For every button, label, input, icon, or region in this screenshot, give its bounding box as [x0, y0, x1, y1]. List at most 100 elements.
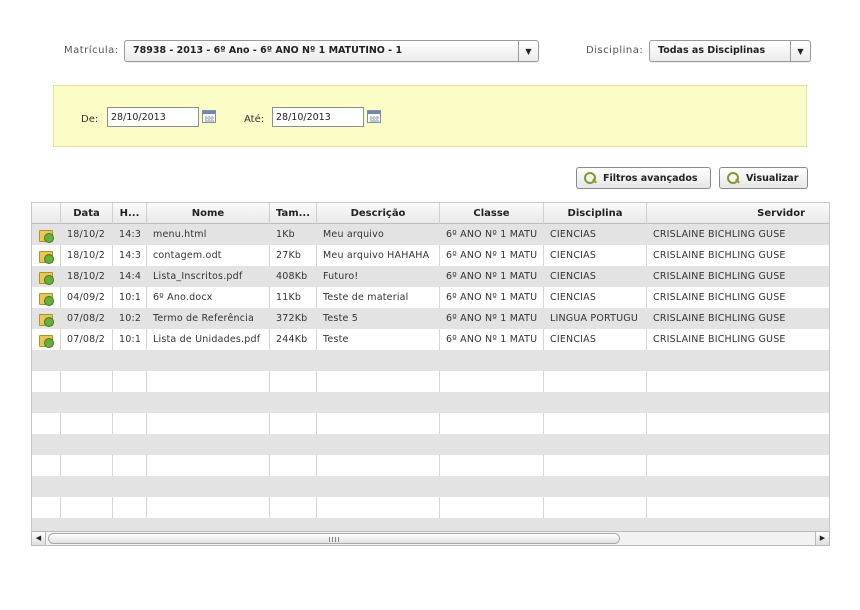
- empty-table-row: [32, 350, 829, 371]
- cell-tamanho: 1Kb: [276, 229, 295, 240]
- table-row[interactable]: 18/10/2 14:3 contagem.odt 27Kb Meu arquivo H…: [32, 245, 829, 266]
- view-button[interactable]: Visualizar: [719, 167, 808, 189]
- cell-disciplina: CIENCIAS: [550, 229, 597, 240]
- date-from-input[interactable]: [107, 107, 199, 127]
- date-to-label: Até:: [244, 114, 265, 125]
- empty-table-row: [32, 497, 829, 518]
- cell-classe: 6º ANO Nº 1 MATU: [446, 271, 538, 282]
- column-header-nome[interactable]: Nome: [147, 203, 270, 224]
- cell-hora: 10:2: [119, 313, 142, 324]
- chevron-down-icon[interactable]: ▼: [790, 41, 810, 61]
- cell-tamanho: 27Kb: [276, 250, 302, 261]
- column-header-icon: [32, 203, 61, 224]
- cell-servidor: CRISLAINE BICHLING GUSE: [653, 271, 786, 282]
- cell-data: 04/09/2: [67, 292, 106, 303]
- empty-table-row: [32, 476, 829, 497]
- cell-disciplina: LINGUA PORTUGU: [550, 313, 639, 324]
- cell-classe: 6º ANO Nº 1 MATU: [446, 229, 538, 240]
- empty-table-row: [32, 392, 829, 413]
- advanced-filters-label: Filtros avançados: [603, 172, 698, 184]
- empty-table-row: [32, 455, 829, 476]
- cell-classe: 6º ANO Nº 1 MATU: [446, 313, 538, 324]
- date-to-input[interactable]: [272, 107, 364, 127]
- horizontal-scrollbar[interactable]: ◀ ▶: [31, 531, 830, 546]
- cell-hora: 14:4: [119, 271, 142, 282]
- cell-data: 07/08/2: [67, 334, 106, 345]
- cell-hora: 10:1: [119, 334, 142, 345]
- cell-data: 07/08/2: [67, 313, 106, 324]
- empty-table-row: [32, 434, 829, 455]
- download-file-icon[interactable]: [39, 270, 54, 285]
- grip-icon: [329, 537, 339, 542]
- cell-disciplina: CIENCIAS: [550, 292, 597, 303]
- cell-nome: menu.html: [153, 229, 207, 240]
- calendar-icon[interactable]: [367, 110, 381, 123]
- table-row[interactable]: 07/08/2 10:1 Lista de Unidades.pdf 244Kb Tes…: [32, 329, 829, 350]
- cell-disciplina: CIENCIAS: [550, 271, 597, 282]
- chevron-down-icon[interactable]: ▼: [518, 41, 538, 61]
- advanced-filters-button[interactable]: Filtros avançados: [576, 167, 711, 189]
- disciplina-value: Todas as Disciplinas: [658, 45, 766, 56]
- scrollbar-thumb[interactable]: [48, 533, 620, 544]
- scroll-left-icon[interactable]: ◀: [32, 532, 46, 545]
- cell-disciplina: CIENCIAS: [550, 334, 597, 345]
- magnifier-icon: [726, 171, 740, 185]
- empty-table-row: [32, 413, 829, 434]
- cell-nome: 6º Ano.docx: [153, 292, 213, 303]
- cell-classe: 6º ANO Nº 1 MATU: [446, 292, 538, 303]
- empty-table-row: [32, 518, 829, 531]
- disciplina-label: Disciplina:: [586, 45, 644, 56]
- cell-descricao: Teste de material: [323, 292, 409, 303]
- download-file-icon[interactable]: [39, 291, 54, 306]
- cell-servidor: CRISLAINE BICHLING GUSE: [653, 313, 786, 324]
- cell-tamanho: 11Kb: [276, 292, 302, 303]
- download-file-icon[interactable]: [39, 333, 54, 348]
- column-header-data[interactable]: Data: [61, 203, 113, 224]
- date-from-label: De:: [81, 114, 99, 125]
- cell-data: 18/10/2: [67, 229, 106, 240]
- cell-hora: 10:1: [119, 292, 142, 303]
- table-row[interactable]: 07/08/2 10:2 Termo de Referência 372Kb Teste…: [32, 308, 829, 329]
- download-file-icon[interactable]: [39, 249, 54, 264]
- cell-descricao: Meu arquivo HAHAHA: [323, 250, 430, 261]
- download-file-icon[interactable]: [39, 312, 54, 327]
- cell-hora: 14:3: [119, 250, 142, 261]
- table-row[interactable]: 18/10/2 14:3 menu.html 1Kb Meu arquivo 6º ANO…: [32, 224, 829, 245]
- cell-servidor: CRISLAINE BICHLING GUSE: [653, 292, 786, 303]
- cell-descricao: Teste: [323, 334, 349, 345]
- matricula-select[interactable]: 78938 - 2013 - 6º Ano - 6º ANO Nº 1 MATU…: [124, 40, 539, 62]
- empty-table-row: [32, 371, 829, 392]
- calendar-icon[interactable]: [202, 110, 216, 123]
- column-header-classe[interactable]: Classe: [440, 203, 544, 224]
- cell-servidor: CRISLAINE BICHLING GUSE: [653, 229, 786, 240]
- cell-descricao: Futuro!: [323, 271, 359, 282]
- cell-tamanho: 372Kb: [276, 313, 308, 324]
- files-table: Data H... Nome Tam... Descrição Classe D…: [31, 202, 830, 532]
- cell-data: 18/10/2: [67, 271, 106, 282]
- table-row[interactable]: 18/10/2 14:4 Lista_Inscritos.pdf 408Kb Futur…: [32, 266, 829, 287]
- matricula-label: Matrícula:: [64, 45, 119, 56]
- cell-servidor: CRISLAINE BICHLING GUSE: [653, 250, 786, 261]
- column-header-hora[interactable]: H...: [113, 203, 147, 224]
- matricula-value: 78938 - 2013 - 6º Ano - 6º ANO Nº 1 MATU…: [133, 45, 403, 56]
- scroll-right-icon[interactable]: ▶: [815, 532, 829, 545]
- download-file-icon[interactable]: [39, 228, 54, 243]
- column-header-tamanho[interactable]: Tam...: [270, 203, 317, 224]
- table-header: Data H... Nome Tam... Descrição Classe D…: [32, 203, 829, 224]
- cell-hora: 14:3: [119, 229, 142, 240]
- cell-descricao: Meu arquivo: [323, 229, 384, 240]
- column-header-descricao[interactable]: Descrição: [317, 203, 440, 224]
- cell-classe: 6º ANO Nº 1 MATU: [446, 334, 538, 345]
- column-header-servidor[interactable]: Servidor: [647, 203, 829, 224]
- magnifier-icon: [583, 171, 597, 185]
- cell-nome: Lista de Unidades.pdf: [153, 334, 261, 345]
- cell-nome: Lista_Inscritos.pdf: [153, 271, 243, 282]
- disciplina-select[interactable]: Todas as Disciplinas ▼: [649, 40, 811, 62]
- cell-tamanho: 244Kb: [276, 334, 308, 345]
- table-row[interactable]: 04/09/2 10:1 6º Ano.docx 11Kb Teste de mater…: [32, 287, 829, 308]
- cell-nome: Termo de Referência: [153, 313, 255, 324]
- cell-data: 18/10/2: [67, 250, 106, 261]
- cell-tamanho: 408Kb: [276, 271, 308, 282]
- cell-classe: 6º ANO Nº 1 MATU: [446, 250, 538, 261]
- column-header-disciplina[interactable]: Disciplina: [544, 203, 647, 224]
